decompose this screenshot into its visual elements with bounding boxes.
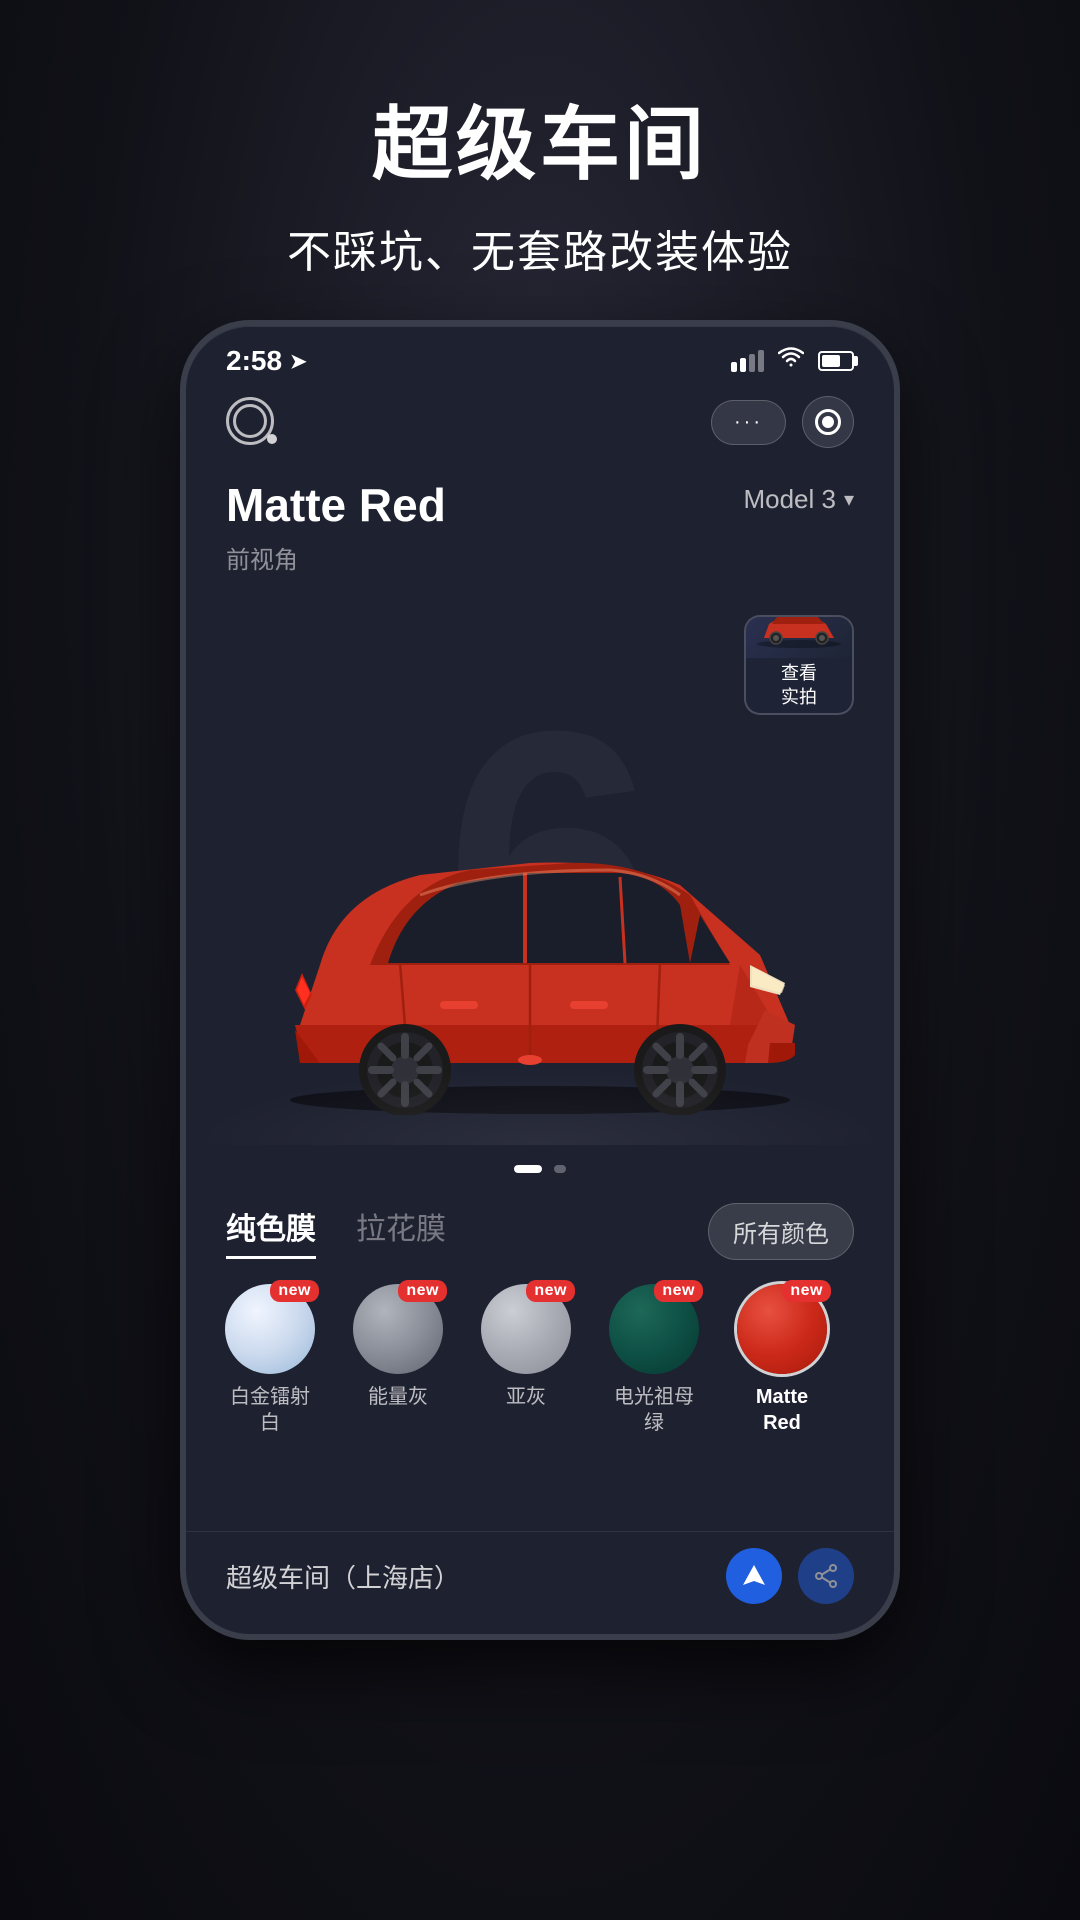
hero-section: 超级车间 不踩坑、无套路改装体验 [287,80,793,280]
tab-solid-film[interactable]: 纯色膜 [226,1204,316,1259]
battery-icon [818,351,854,371]
app-logo[interactable] [226,397,286,447]
more-options-button[interactable]: ··· [711,400,786,445]
swatch-label: 白金镭射白 [230,1384,310,1436]
new-badge: new [398,1280,447,1302]
car-display: 6 查看实拍 [186,585,894,1145]
new-badge: new [270,1280,319,1302]
model-name: Model 3 [743,484,836,515]
car-name-section: Matte Red 前视角 [226,478,446,575]
tab-pattern-film[interactable]: 拉花膜 [356,1204,446,1259]
status-bar: 2:58 ➤ [186,326,894,386]
status-time: 2:58 ➤ [226,345,307,377]
wifi-icon [778,347,804,375]
swatch-sub-grey[interactable]: new 亚灰 [472,1284,580,1436]
swatch-platinum-white[interactable]: new 白金镭射白 [216,1284,324,1436]
car-info: Matte Red 前视角 Model 3 ▾ [186,458,894,575]
indicator-1[interactable] [514,1165,542,1173]
swatch-label: 能量灰 [368,1384,428,1410]
header-actions: ··· [711,396,854,448]
swatch-energy-grey[interactable]: new 能量灰 [344,1284,452,1436]
color-tabs: 纯色膜 拉花膜 所有颜色 [186,1183,894,1260]
preview-thumbnail[interactable]: 查看实拍 [744,615,854,715]
model-selector[interactable]: Model 3 ▾ [743,484,854,515]
record-button[interactable] [802,396,854,448]
status-icons [731,347,854,375]
nav-icons [726,1548,854,1604]
record-icon [815,409,841,435]
share-button[interactable] [798,1548,854,1604]
app-header: ··· [186,386,894,458]
chevron-down-icon: ▾ [844,487,854,512]
swatch-emerald-green[interactable]: new 电光祖母绿 [600,1284,708,1436]
car-floor [186,1065,894,1145]
swatch-ball-wrap: new [225,1284,315,1374]
new-badge: new [782,1280,831,1302]
new-badge: new [654,1280,703,1302]
swatch-ball-wrap: new [353,1284,443,1374]
swatch-ball-wrap: new [609,1284,699,1374]
page-indicators [186,1165,894,1173]
thumb-image [746,617,852,658]
car-view-label: 前视角 [226,540,446,575]
signal-icon [731,350,764,372]
phone-mockup: 2:58 ➤ [180,320,900,1640]
hero-subtitle: 不踩坑、无套路改装体验 [287,216,793,280]
thumb-label: 查看实拍 [775,658,823,713]
swatch-ball-wrap: new [737,1284,827,1374]
swatch-label: MatteRed [756,1384,808,1436]
swatch-label: 亚灰 [506,1384,546,1410]
all-colors-button[interactable]: 所有颜色 [708,1203,854,1260]
color-swatches: new 白金镭射白 new 能量灰 new 亚 [186,1260,894,1456]
swatch-ball-wrap: new [481,1284,571,1374]
tab-group: 纯色膜 拉花膜 [226,1204,446,1259]
hero-title: 超级车间 [287,80,793,196]
navigation-icon: ➤ [290,349,307,374]
swatch-label: 电光祖母绿 [614,1384,694,1436]
new-badge: new [526,1280,575,1302]
indicator-2[interactable] [554,1165,566,1173]
swatch-matte-red[interactable]: new MatteRed [728,1284,836,1436]
bottom-bar: 超级车间（上海店） [186,1531,894,1634]
location-nav-button[interactable] [726,1548,782,1604]
car-name: Matte Red [226,478,446,532]
shop-name: 超级车间（上海店） [226,1558,460,1595]
